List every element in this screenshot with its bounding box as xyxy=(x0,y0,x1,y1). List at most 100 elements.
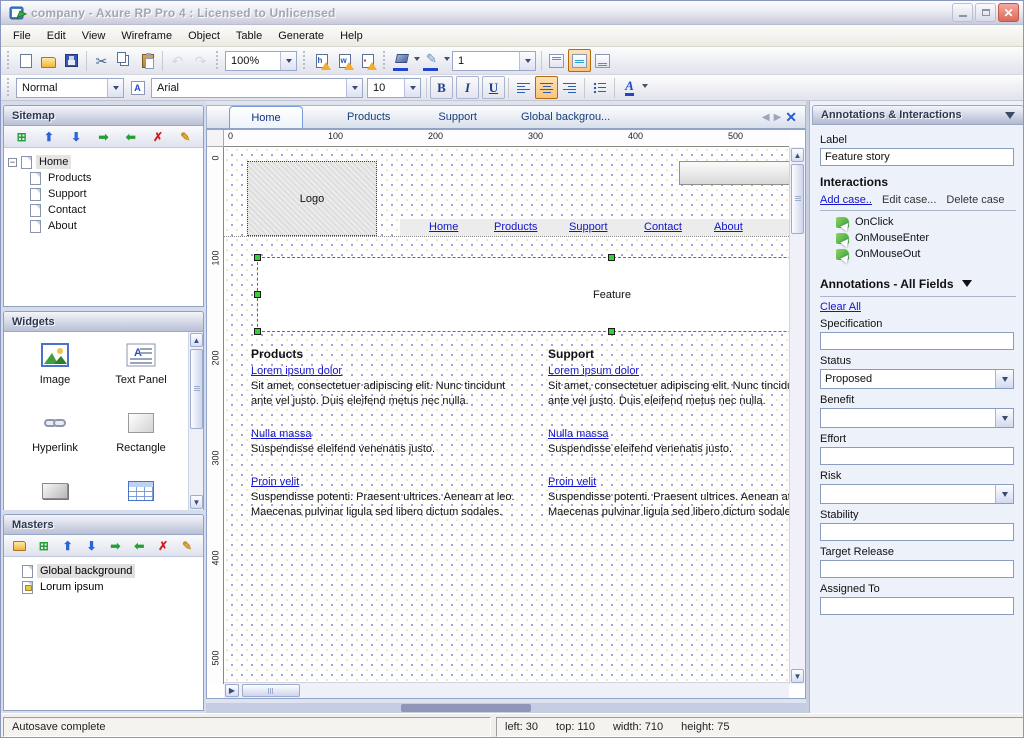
restore-button[interactable] xyxy=(975,3,996,22)
scrollbar-thumb[interactable] xyxy=(791,164,804,234)
master-item-global-background[interactable]: Global background xyxy=(8,563,199,579)
status-select[interactable]: Proposed xyxy=(820,369,1014,389)
clear-all-link[interactable]: Clear All xyxy=(820,301,861,313)
sitemap-node-products[interactable]: Products xyxy=(8,170,199,186)
align-right-button[interactable] xyxy=(558,76,581,99)
save-button[interactable] xyxy=(60,49,83,72)
paste-button[interactable] xyxy=(136,49,159,72)
line-width-dropdown-icon[interactable] xyxy=(519,52,535,70)
menu-object[interactable]: Object xyxy=(180,27,228,45)
logo-placeholder[interactable]: Logo xyxy=(247,161,377,236)
scroll-up-icon[interactable]: ▲ xyxy=(791,148,804,162)
feature-rectangle-selected[interactable]: Feature xyxy=(257,257,789,332)
event-onmouseout[interactable]: OnMouseOut xyxy=(836,246,1016,262)
edit-master-button[interactable]: ✎ xyxy=(178,537,196,555)
copy-button[interactable] xyxy=(113,49,136,72)
nav-link-home[interactable]: Home xyxy=(429,221,458,233)
redo-button[interactable]: ↷ xyxy=(189,49,212,72)
open-button[interactable] xyxy=(37,49,60,72)
widget-text-panel[interactable]: A Text Panel xyxy=(98,340,184,386)
widgets-scrollbar[interactable]: ▲ ▼ xyxy=(188,332,203,510)
widget-table[interactable] xyxy=(98,476,184,510)
selection-handle-middle-left[interactable] xyxy=(254,291,261,298)
add-case-link[interactable]: Add case.. xyxy=(820,194,872,206)
move-up-button[interactable]: ⬆ xyxy=(40,128,58,146)
wireframe-canvas[interactable]: Logo Home Products Support Contact About… xyxy=(224,147,789,684)
sitemap-node-contact[interactable]: Contact xyxy=(8,202,199,218)
canvas-horizontal-scrollbar[interactable]: ◀ ▶ xyxy=(224,682,789,698)
move-up-button[interactable]: ⬆ xyxy=(59,537,77,555)
benefit-dropdown-icon[interactable] xyxy=(995,409,1013,427)
label-input[interactable] xyxy=(820,148,1014,166)
sitemap-node-support[interactable]: Support xyxy=(8,186,199,202)
align-center-button[interactable] xyxy=(535,76,558,99)
menu-wireframe[interactable]: Wireframe xyxy=(113,27,180,45)
tab-support[interactable]: Support xyxy=(424,105,491,128)
text-link[interactable]: Lorem ipsum dolor xyxy=(251,364,342,378)
target-release-input[interactable] xyxy=(820,560,1014,578)
tab-scroll-right-icon[interactable]: ▶ xyxy=(774,112,782,123)
move-down-button[interactable]: ⬇ xyxy=(83,537,101,555)
text-link[interactable]: Proin velit xyxy=(548,475,596,489)
risk-select[interactable] xyxy=(820,484,1014,504)
font-size-combobox[interactable]: 10 xyxy=(367,78,421,98)
widget-hyperlink[interactable]: Hyperlink xyxy=(12,408,98,454)
support-text-block[interactable]: Support Lorem ipsum dolor Sit amet, cons… xyxy=(548,347,789,538)
delete-case-link[interactable]: Delete case xyxy=(946,194,1004,206)
selection-handle-top-left[interactable] xyxy=(254,254,261,261)
generate-image-button[interactable]: ▪ xyxy=(356,49,379,72)
font-color-dropdown-icon[interactable] xyxy=(642,84,648,91)
delete-page-button[interactable]: ✗ xyxy=(149,128,167,146)
bullet-list-button[interactable] xyxy=(588,76,611,99)
sitemap-node-home[interactable]: − Home xyxy=(8,154,199,170)
outdent-button[interactable]: ⬅ xyxy=(130,537,148,555)
tab-scroll-left-icon[interactable]: ◀ xyxy=(762,112,770,123)
header-rectangle[interactable] xyxy=(679,161,789,185)
minimize-button[interactable] xyxy=(952,3,973,22)
edit-page-button[interactable]: ✎ xyxy=(176,128,194,146)
delete-master-button[interactable]: ✗ xyxy=(154,537,172,555)
scroll-up-icon[interactable]: ▲ xyxy=(190,333,203,347)
text-link[interactable]: Nulla massa xyxy=(251,427,312,441)
menu-file[interactable]: File xyxy=(5,27,39,45)
line-color-dropdown-icon[interactable] xyxy=(444,57,450,64)
style-dropdown-icon[interactable] xyxy=(107,79,123,97)
add-master-button[interactable]: ⊞ xyxy=(35,537,53,555)
collapse-icon[interactable]: − xyxy=(8,158,17,167)
specification-input[interactable] xyxy=(820,332,1014,350)
text-link[interactable]: Nulla massa xyxy=(548,427,609,441)
assigned-to-input[interactable] xyxy=(820,597,1014,615)
style-editor-button[interactable]: A xyxy=(126,76,149,99)
scrollbar-thumb[interactable] xyxy=(190,349,203,429)
font-color-button[interactable]: A xyxy=(618,76,641,99)
tab-global-background[interactable]: Global backgrou... xyxy=(507,105,624,128)
stability-input[interactable] xyxy=(820,523,1014,541)
tab-home[interactable]: Home xyxy=(229,106,303,128)
event-onclick[interactable]: OnClick xyxy=(836,214,1016,230)
valign-bottom-button[interactable] xyxy=(591,49,614,72)
generate-word-button[interactable]: w xyxy=(333,49,356,72)
widget-button[interactable] xyxy=(12,476,98,510)
menu-help[interactable]: Help xyxy=(332,27,371,45)
scrollbar-thumb[interactable] xyxy=(242,684,300,697)
tab-products[interactable]: Products xyxy=(333,105,404,128)
new-button[interactable] xyxy=(14,49,37,72)
italic-button[interactable]: I xyxy=(456,76,479,99)
line-color-button[interactable]: ✎ xyxy=(420,49,443,72)
effort-input[interactable] xyxy=(820,447,1014,465)
outdent-button[interactable]: ⬅ xyxy=(122,128,140,146)
fill-color-button[interactable] xyxy=(390,49,413,72)
sitemap-node-about[interactable]: About xyxy=(8,218,199,234)
indent-button[interactable]: ➡ xyxy=(106,537,124,555)
products-text-block[interactable]: Products Lorem ipsum dolor Sit amet, con… xyxy=(251,347,519,538)
text-link[interactable]: Lorem ipsum dolor xyxy=(548,364,639,378)
annotations-header[interactable]: Annotations & Interactions xyxy=(812,105,1024,125)
nav-link-support[interactable]: Support xyxy=(569,221,608,233)
zoom-dropdown-icon[interactable] xyxy=(280,52,296,70)
selection-handle-bottom-middle[interactable] xyxy=(608,328,615,335)
tab-close-icon[interactable]: ✕ xyxy=(785,110,797,124)
menu-generate[interactable]: Generate xyxy=(270,27,332,45)
underline-button[interactable]: U xyxy=(482,76,505,99)
menu-view[interactable]: View xyxy=(74,27,114,45)
align-left-button[interactable] xyxy=(512,76,535,99)
